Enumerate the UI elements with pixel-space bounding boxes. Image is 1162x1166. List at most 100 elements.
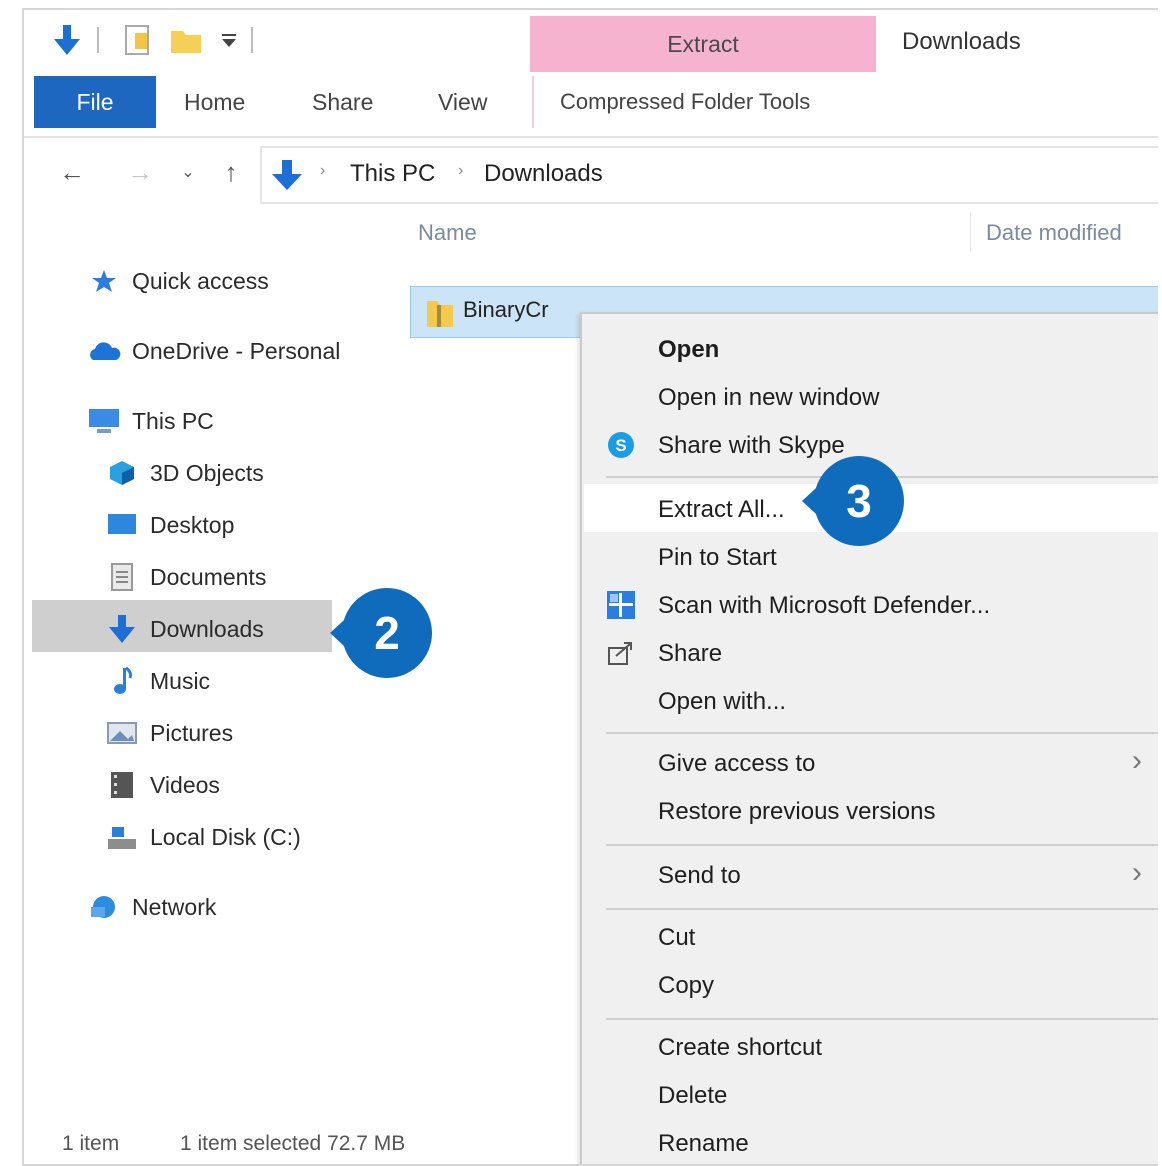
tab-home[interactable]: Home: [184, 76, 245, 128]
nav-label: Videos: [150, 771, 220, 798]
tab-compressed-folder-tools[interactable]: Compressed Folder Tools: [560, 76, 810, 128]
film-icon: [104, 770, 140, 800]
nav-item-documents[interactable]: Documents: [104, 554, 266, 600]
menu-item-rename[interactable]: Rename: [658, 1130, 749, 1158]
back-button[interactable]: ←: [54, 154, 90, 190]
menu-item-copy[interactable]: Copy: [658, 972, 714, 1000]
menu-separator: [606, 908, 1158, 910]
properties-icon[interactable]: [120, 22, 154, 58]
toolbar-separator: [96, 22, 100, 58]
nav-item-onedrive[interactable]: OneDrive - Personal: [86, 328, 340, 374]
address-bar-row: ← → ⌄ ↑ › This PC › Downloads: [24, 140, 1158, 206]
callout-number: 3: [814, 456, 904, 546]
breadcrumb-this-pc[interactable]: This PC: [350, 160, 435, 188]
svg-text:S: S: [615, 436, 626, 455]
column-header-name[interactable]: Name: [418, 220, 477, 246]
nav-item-local-disk[interactable]: Local Disk (C:): [104, 814, 301, 860]
status-selection: 1 item selected 72.7 MB: [180, 1132, 406, 1155]
cloud-icon: [86, 336, 122, 366]
network-icon: [86, 892, 122, 922]
nav-label: Desktop: [150, 511, 235, 538]
defender-icon: [604, 588, 638, 622]
callout-number: 2: [342, 588, 432, 678]
toolbar-separator: [250, 22, 254, 58]
nav-item-3d-objects[interactable]: 3D Objects: [104, 450, 264, 496]
menu-separator: [606, 844, 1158, 846]
nav-label: Quick access: [132, 267, 269, 294]
nav-item-videos[interactable]: Videos: [104, 762, 220, 808]
skype-icon: S: [604, 428, 638, 462]
new-folder-icon[interactable]: [168, 22, 204, 58]
extract-contextual-tab[interactable]: Extract: [530, 16, 876, 72]
menu-item-extract-all[interactable]: Extract All...: [658, 496, 785, 524]
nav-item-network[interactable]: Network: [86, 884, 216, 930]
nav-label: Music: [150, 667, 211, 694]
nav-item-desktop[interactable]: Desktop: [104, 502, 234, 548]
menu-item-restore-versions[interactable]: Restore previous versions: [658, 798, 935, 826]
file-name: BinaryCr: [463, 297, 549, 322]
menu-item-give-access[interactable]: Give access to: [658, 750, 815, 778]
picture-icon: [104, 718, 140, 748]
cube-icon: [104, 458, 140, 488]
downloads-icon: [270, 158, 304, 197]
ribbon-tabs: File Home Share View Compressed Folder T…: [24, 76, 1158, 138]
menu-separator: [606, 732, 1158, 734]
nav-item-quick-access[interactable]: Quick access: [86, 258, 269, 304]
nav-label: OneDrive - Personal: [132, 337, 341, 364]
menu-item-delete[interactable]: Delete: [658, 1082, 727, 1110]
menu-item-pin-to-start[interactable]: Pin to Start: [658, 544, 777, 572]
breadcrumb-downloads[interactable]: Downloads: [484, 160, 603, 188]
menu-item-cut[interactable]: Cut: [658, 924, 695, 952]
nav-label: Downloads: [150, 615, 264, 642]
nav-label: 3D Objects: [150, 459, 264, 486]
contextual-divider: [532, 76, 534, 128]
nav-label: Documents: [150, 563, 267, 590]
drive-icon: [104, 822, 140, 852]
menu-item-open[interactable]: Open: [658, 336, 719, 364]
title-bar: Extract Downloads: [24, 10, 1158, 78]
forward-button[interactable]: →: [122, 154, 158, 190]
menu-item-send-to[interactable]: Send to: [658, 862, 741, 890]
column-header-date-modified[interactable]: Date modified: [986, 220, 1122, 246]
desktop-icon: [104, 510, 140, 540]
file-explorer-window: Extract Downloads File Home Share View C…: [22, 8, 1158, 1166]
address-box[interactable]: › This PC › Downloads: [260, 146, 1158, 204]
window-title: Downloads: [902, 28, 1021, 55]
zip-folder-icon: [425, 295, 455, 334]
nav-item-downloads[interactable]: Downloads: [104, 606, 264, 652]
nav-label: Pictures: [150, 719, 234, 746]
submenu-chevron-icon: ›: [1132, 856, 1142, 889]
nav-item-pictures[interactable]: Pictures: [104, 710, 233, 756]
recent-locations-button[interactable]: ⌄: [176, 154, 200, 190]
step-callout-2: 2: [330, 588, 432, 678]
breadcrumb-separator[interactable]: ›: [320, 162, 325, 180]
nav-label: Local Disk (C:): [150, 823, 301, 850]
menu-separator: [606, 1018, 1158, 1020]
customize-toolbar-icon[interactable]: [216, 22, 242, 58]
tab-share[interactable]: Share: [312, 76, 373, 128]
breadcrumb-separator[interactable]: ›: [458, 162, 463, 180]
step-callout-3: 3: [802, 456, 904, 546]
computer-icon: [86, 406, 122, 436]
document-icon: [104, 562, 140, 592]
menu-item-scan-defender[interactable]: Scan with Microsoft Defender...: [658, 592, 990, 620]
star-icon: [86, 266, 122, 296]
up-button[interactable]: ↑: [216, 154, 246, 190]
arrow-down-icon[interactable]: [50, 22, 84, 58]
context-menu: Open Open in new window S Share with Sky…: [580, 312, 1158, 1164]
share-icon: [604, 636, 638, 670]
music-note-icon: [104, 666, 140, 696]
tab-view[interactable]: View: [438, 76, 487, 128]
nav-item-music[interactable]: Music: [104, 658, 210, 704]
status-item-count: 1 item: [62, 1132, 120, 1155]
tab-file[interactable]: File: [34, 76, 156, 128]
menu-item-open-with[interactable]: Open with...: [658, 688, 786, 716]
menu-item-open-new-window[interactable]: Open in new window: [658, 384, 879, 412]
submenu-chevron-icon: ›: [1132, 744, 1142, 777]
nav-item-this-pc[interactable]: This PC: [86, 398, 214, 444]
nav-label: This PC: [132, 407, 214, 434]
column-divider[interactable]: [970, 212, 971, 252]
menu-item-share[interactable]: Share: [658, 640, 722, 668]
download-arrow-icon: [104, 614, 140, 644]
menu-item-create-shortcut[interactable]: Create shortcut: [658, 1034, 822, 1062]
